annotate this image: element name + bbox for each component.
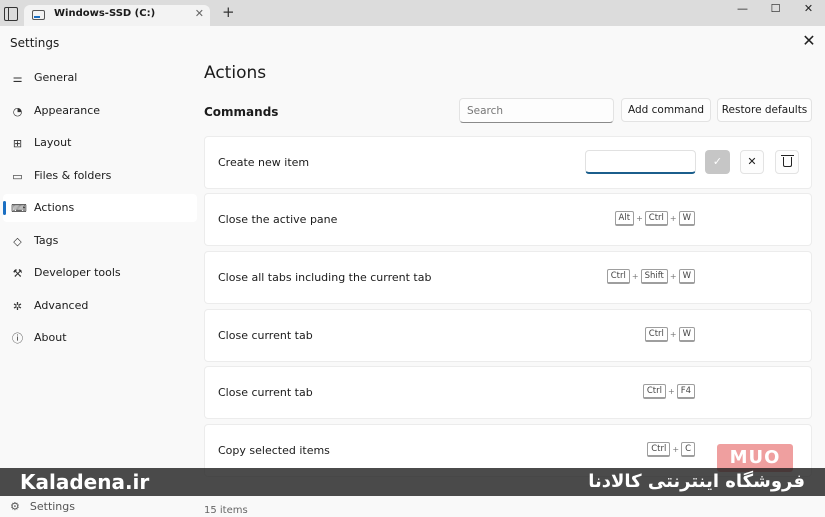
- key-cap: F4: [676, 384, 695, 399]
- settings-dialog: Settings ✕ ⚌ General ◔ Appearance ⊞ Layo…: [0, 26, 825, 517]
- maximize-button[interactable]: ☐: [759, 0, 792, 20]
- delete-button[interactable]: [775, 150, 799, 174]
- trash-icon: [780, 155, 794, 167]
- tab-label: Windows-SSD (C:): [54, 8, 156, 19]
- tab-windows-ssd[interactable]: Windows-SSD (C:) ✕: [24, 5, 210, 26]
- tag-icon: ◇: [13, 234, 22, 248]
- section-title: Commands: [204, 105, 279, 119]
- settings-nav: ⚌ General ◔ Appearance ⊞ Layout ▭ Files …: [0, 64, 200, 357]
- keyboard-icon: ⌨: [11, 202, 27, 215]
- command-label: Close all tabs including the current tab: [218, 271, 432, 284]
- key-cap: Ctrl: [644, 211, 668, 226]
- command-row[interactable]: Close the active pane Alt + Ctrl + W: [204, 193, 812, 246]
- sidebar-item-about[interactable]: ⓘ About: [3, 324, 197, 352]
- key-cap: W: [678, 269, 695, 284]
- sidebar-item-label: Layout: [34, 136, 72, 149]
- shortcut-keys: Ctrl + C: [647, 442, 695, 457]
- new-tab-button[interactable]: +: [222, 5, 235, 20]
- banner-left-text: Kaladena.ir: [20, 470, 150, 494]
- command-row[interactable]: Close all tabs including the current tab…: [204, 251, 812, 304]
- close-icon: ✕: [747, 155, 757, 168]
- sidebar-item-tags[interactable]: ◇ Tags: [3, 227, 197, 255]
- command-label: Copy selected items: [218, 444, 330, 457]
- page-title: Actions: [204, 63, 267, 83]
- tools-icon: ⚒: [12, 267, 23, 280]
- info-icon: ⓘ: [12, 332, 23, 345]
- drive-icon: [32, 10, 45, 20]
- shortcut-keys: Ctrl + Shift + W: [606, 269, 695, 284]
- sidebar-item-advanced[interactable]: ✲ Advanced: [3, 292, 197, 320]
- sidebar-item-label: About: [34, 331, 67, 344]
- window-close-button[interactable]: ✕: [792, 0, 825, 20]
- item-count: 15 items: [204, 505, 248, 516]
- command-row[interactable]: Create new item ✓ ✕: [204, 136, 812, 189]
- key-cap: Ctrl: [644, 327, 668, 342]
- key-cap: Shift: [640, 269, 668, 284]
- sidebar-item-label: General: [34, 71, 78, 84]
- sidebar-item-developer-tools[interactable]: ⚒ Developer tools: [3, 259, 197, 287]
- tab-close-icon[interactable]: ✕: [195, 7, 204, 20]
- advanced-icon: ✲: [12, 299, 23, 313]
- restore-defaults-button[interactable]: Restore defaults: [717, 98, 812, 122]
- sidebar-item-general[interactable]: ⚌ General: [3, 64, 197, 92]
- tab-strip: Windows-SSD (C:) ✕ + — ☐ ✕: [0, 0, 825, 26]
- shortcut-input[interactable]: [585, 150, 696, 174]
- dialog-close-button[interactable]: ✕: [799, 31, 819, 50]
- palette-icon: ◔: [12, 104, 23, 118]
- sidebar-item-label: Developer tools: [34, 266, 121, 279]
- sidebar-item-label: Tags: [34, 233, 59, 247]
- key-cap: Ctrl: [647, 442, 671, 457]
- sidebar-item-label: Actions: [34, 201, 75, 214]
- sidebar-item-label: Advanced: [34, 298, 89, 312]
- shortcut-keys: Ctrl + W: [644, 327, 695, 342]
- key-cap: W: [678, 327, 695, 342]
- folder-icon: ▭: [12, 169, 23, 183]
- command-row[interactable]: Close current tab Ctrl + F4: [204, 366, 812, 419]
- gear-icon: ⚙: [10, 500, 20, 513]
- shortcut-keys: Ctrl + F4: [642, 384, 695, 399]
- sidebar-toggle-icon[interactable]: [4, 7, 18, 21]
- sidebar-item-label: Appearance: [34, 103, 101, 117]
- cancel-button[interactable]: ✕: [740, 150, 764, 174]
- settings-footer[interactable]: ⚙ Settings: [10, 500, 75, 513]
- grid-icon: ⊞: [12, 137, 23, 150]
- sidebar-item-layout[interactable]: ⊞ Layout: [3, 129, 197, 157]
- sidebar-item-actions[interactable]: ⌨ Actions: [3, 194, 197, 222]
- command-label: Close current tab: [218, 329, 313, 342]
- key-cap: Alt: [614, 211, 635, 226]
- banner-right-text: فروشگاه اینترنتی کالادنا: [588, 471, 805, 492]
- settings-footer-label: Settings: [29, 500, 75, 513]
- search-input[interactable]: [459, 98, 614, 123]
- sidebar-item-appearance[interactable]: ◔ Appearance: [3, 97, 197, 125]
- sidebar-item-label: Files & folders: [34, 168, 112, 182]
- command-label: Create new item: [218, 156, 310, 169]
- key-cap: W: [678, 211, 695, 226]
- confirm-button[interactable]: ✓: [705, 150, 730, 174]
- add-command-button[interactable]: Add command: [621, 98, 711, 122]
- check-icon: ✓: [712, 155, 723, 168]
- command-label: Close current tab: [218, 386, 313, 399]
- minimize-button[interactable]: —: [726, 0, 759, 20]
- sliders-icon: ⚌: [12, 72, 23, 85]
- dialog-title: Settings: [10, 36, 60, 50]
- window-controls: — ☐ ✕: [726, 0, 825, 22]
- key-cap: Ctrl: [606, 269, 630, 284]
- sidebar-item-files-folders[interactable]: ▭ Files & folders: [3, 162, 197, 190]
- command-row[interactable]: Close current tab Ctrl + W: [204, 309, 812, 362]
- key-cap: C: [681, 442, 695, 457]
- key-cap: Ctrl: [642, 384, 666, 399]
- shortcut-keys: Alt + Ctrl + W: [614, 211, 695, 226]
- watermark-banner: Kaladena.ir فروشگاه اینترنتی کالادنا: [0, 468, 825, 496]
- command-label: Close the active pane: [218, 213, 338, 226]
